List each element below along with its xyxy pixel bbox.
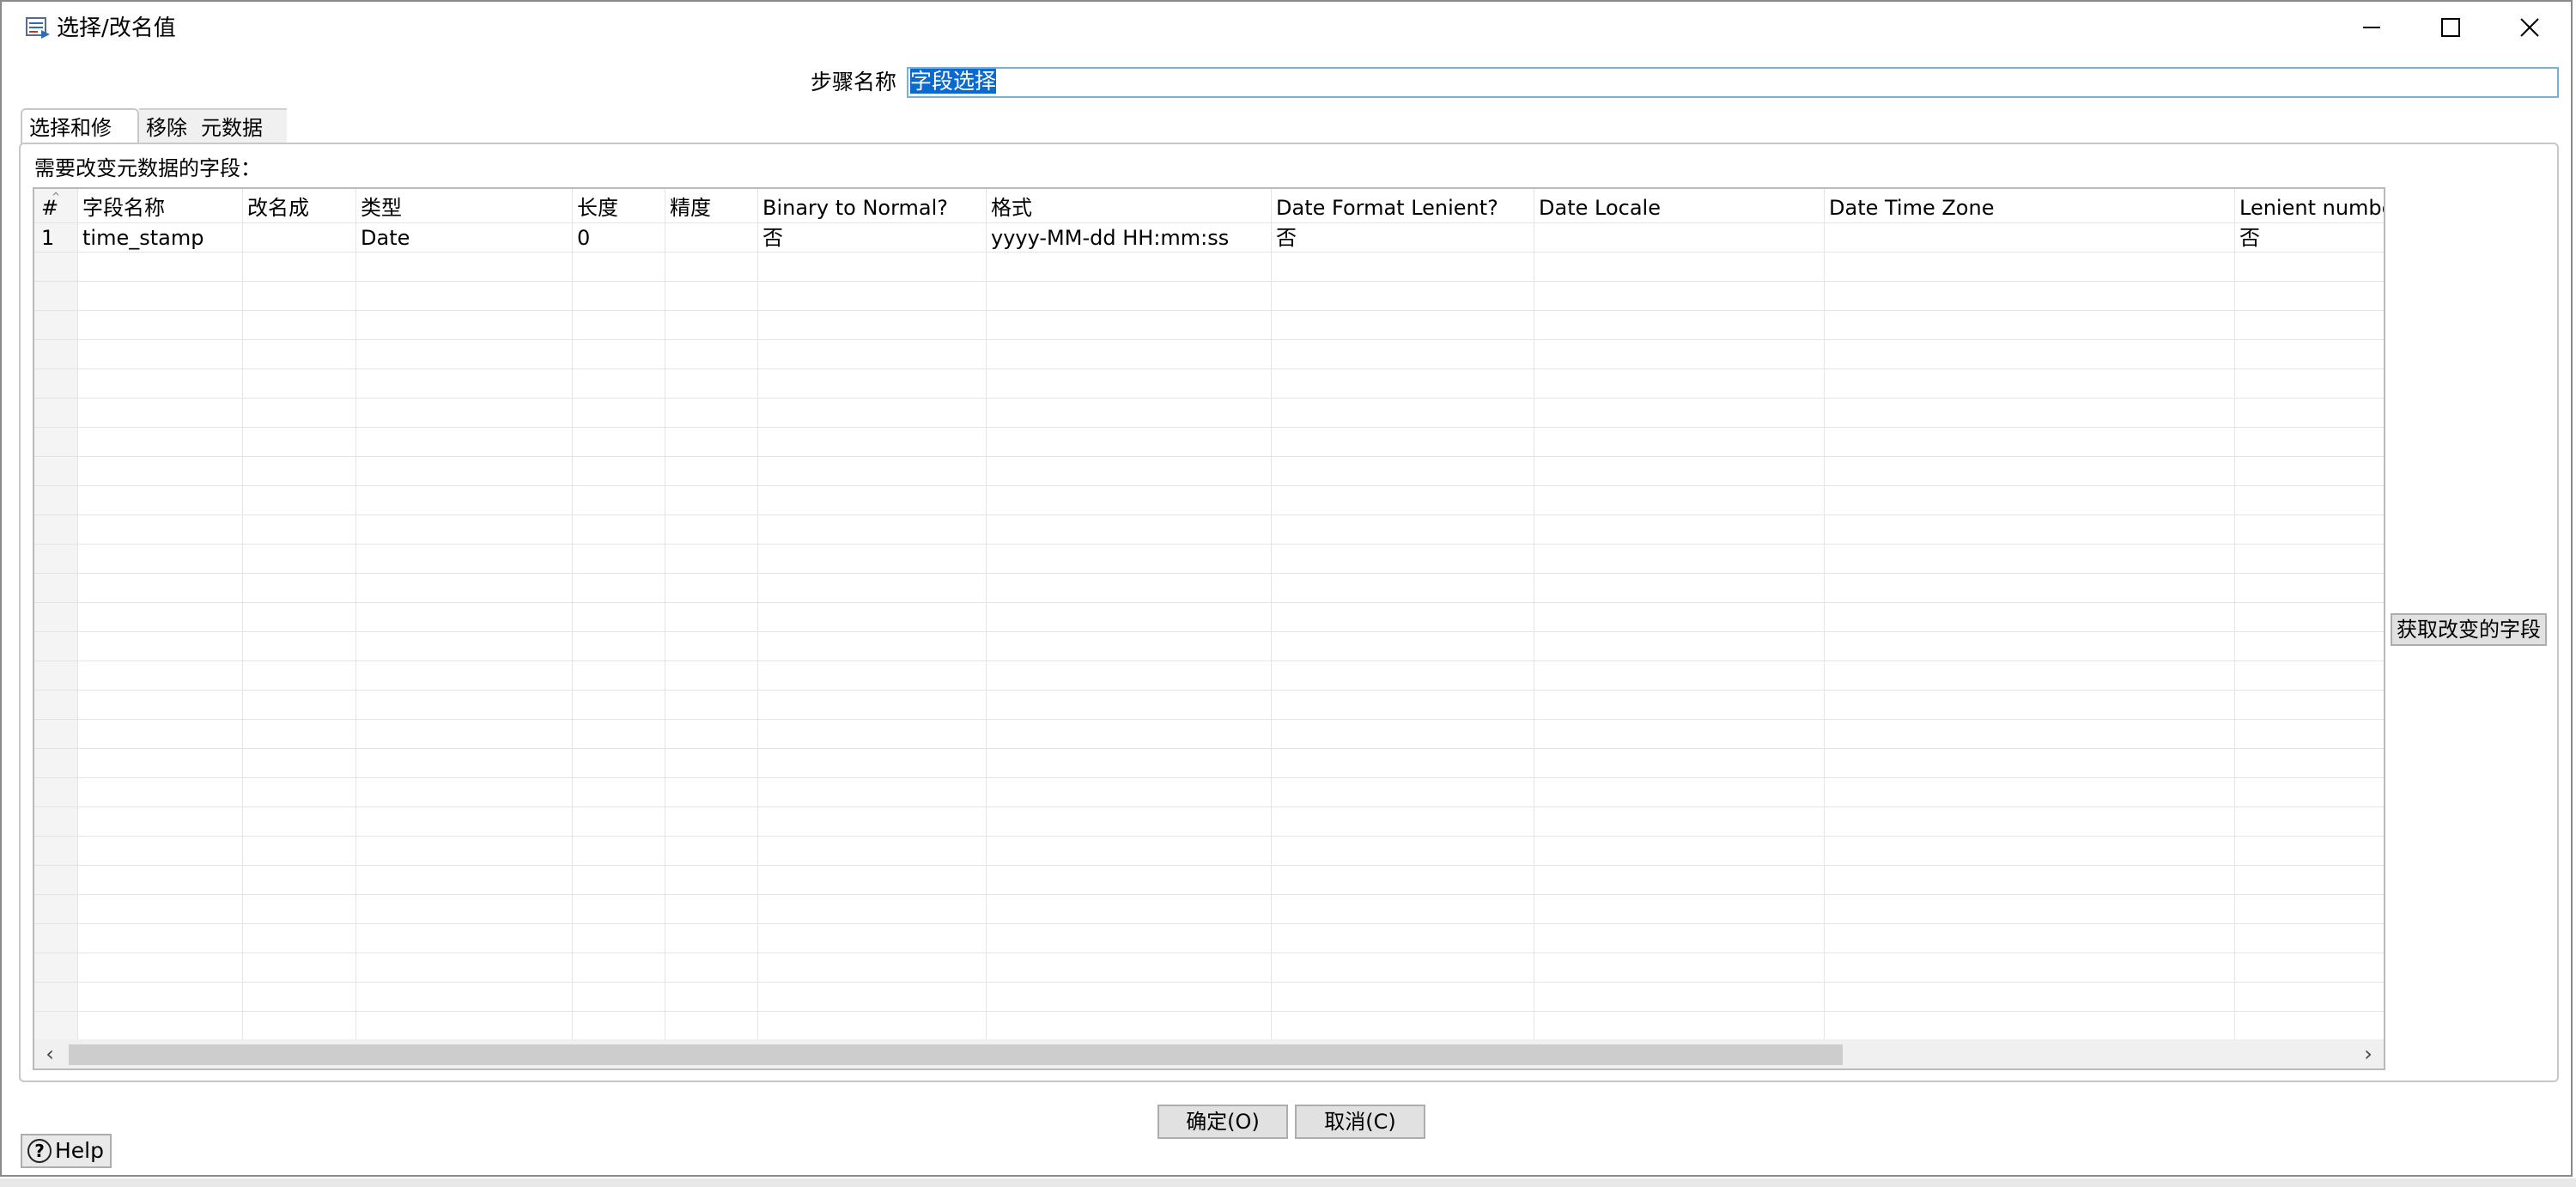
maximize-button[interactable] [2411,3,2490,52]
window-title: 选择/改名值 [57,15,176,41]
cell-format[interactable]: yyyy-MM-dd HH:mm:ss [991,223,1229,253]
table-gridlines [34,189,2384,1043]
cell-binary-to-normal[interactable]: 否 [762,223,783,253]
close-icon [2520,18,2539,37]
column-header-type[interactable]: 类型 [361,192,402,223]
step-name-input[interactable]: 字段选择 [907,67,2559,98]
cell-type[interactable]: Date [361,223,410,253]
horizontal-scrollbar[interactable]: ‹ › [34,1039,2384,1068]
step-name-value: 字段选择 [910,69,997,94]
column-header-index[interactable]: # [41,192,58,223]
get-changed-fields-button[interactable]: 获取改变的字段 [2391,613,2547,646]
metadata-table[interactable]: ^ # 字段名称 改名成 类型 长度 精度 Binary to Normal? … [33,187,2385,1070]
minimize-button[interactable] [2332,3,2411,52]
help-label: Help [55,1138,104,1163]
column-header-length[interactable]: 长度 [577,192,618,223]
scrollbar-thumb[interactable] [69,1044,1843,1065]
column-header-date-time-zone[interactable]: Date Time Zone [1829,192,1994,223]
title-bar: 选择/改名值 [3,3,2571,52]
column-header-fieldname[interactable]: 字段名称 [82,192,165,223]
minimize-icon [2363,27,2380,28]
column-header-date-locale[interactable]: Date Locale [1539,192,1661,223]
cell-fieldname[interactable]: time_stamp [82,223,204,253]
cell-lenient-number[interactable]: 否 [2239,223,2260,253]
column-header-date-format-lenient[interactable]: Date Format Lenient? [1276,192,1498,223]
column-header-lenient-number[interactable]: Lenient numbe [2239,192,2384,223]
tab-select-modify[interactable]: 选择和修改 [21,108,139,176]
cell-length[interactable]: 0 [577,223,590,253]
close-button[interactable] [2490,3,2569,52]
column-header-precision[interactable]: 精度 [670,192,711,223]
help-circle-icon: ? [27,1139,52,1163]
column-header-format[interactable]: 格式 [991,192,1032,223]
cancel-button[interactable]: 取消(C) [1295,1105,1425,1139]
step-name-label: 步骤名称 [810,70,896,94]
cell-date-format-lenient[interactable]: 否 [1276,223,1297,253]
cell-index[interactable]: 1 [41,223,54,253]
metadata-section-label: 需要改变元数据的字段： [34,156,261,180]
select-values-icon [26,17,50,39]
scroll-right-icon[interactable]: › [2353,1039,2384,1068]
help-button[interactable]: ? Help [21,1134,112,1168]
dialog-window: 选择/改名值 步骤名称 字段选择 移除 元数据 选择和修改 需要改变元数据的字段… [0,0,2573,1177]
tab-metadata[interactable]: 元数据 [194,108,287,144]
ok-button[interactable]: 确定(O) [1157,1105,1288,1139]
maximize-icon [2441,18,2460,37]
column-header-binary-to-normal[interactable]: Binary to Normal? [762,192,948,223]
background-strip [0,1178,2576,1187]
tab-remove[interactable]: 移除 [139,108,194,144]
scroll-left-icon[interactable]: ‹ [34,1039,65,1068]
column-header-rename[interactable]: 改名成 [247,192,309,223]
